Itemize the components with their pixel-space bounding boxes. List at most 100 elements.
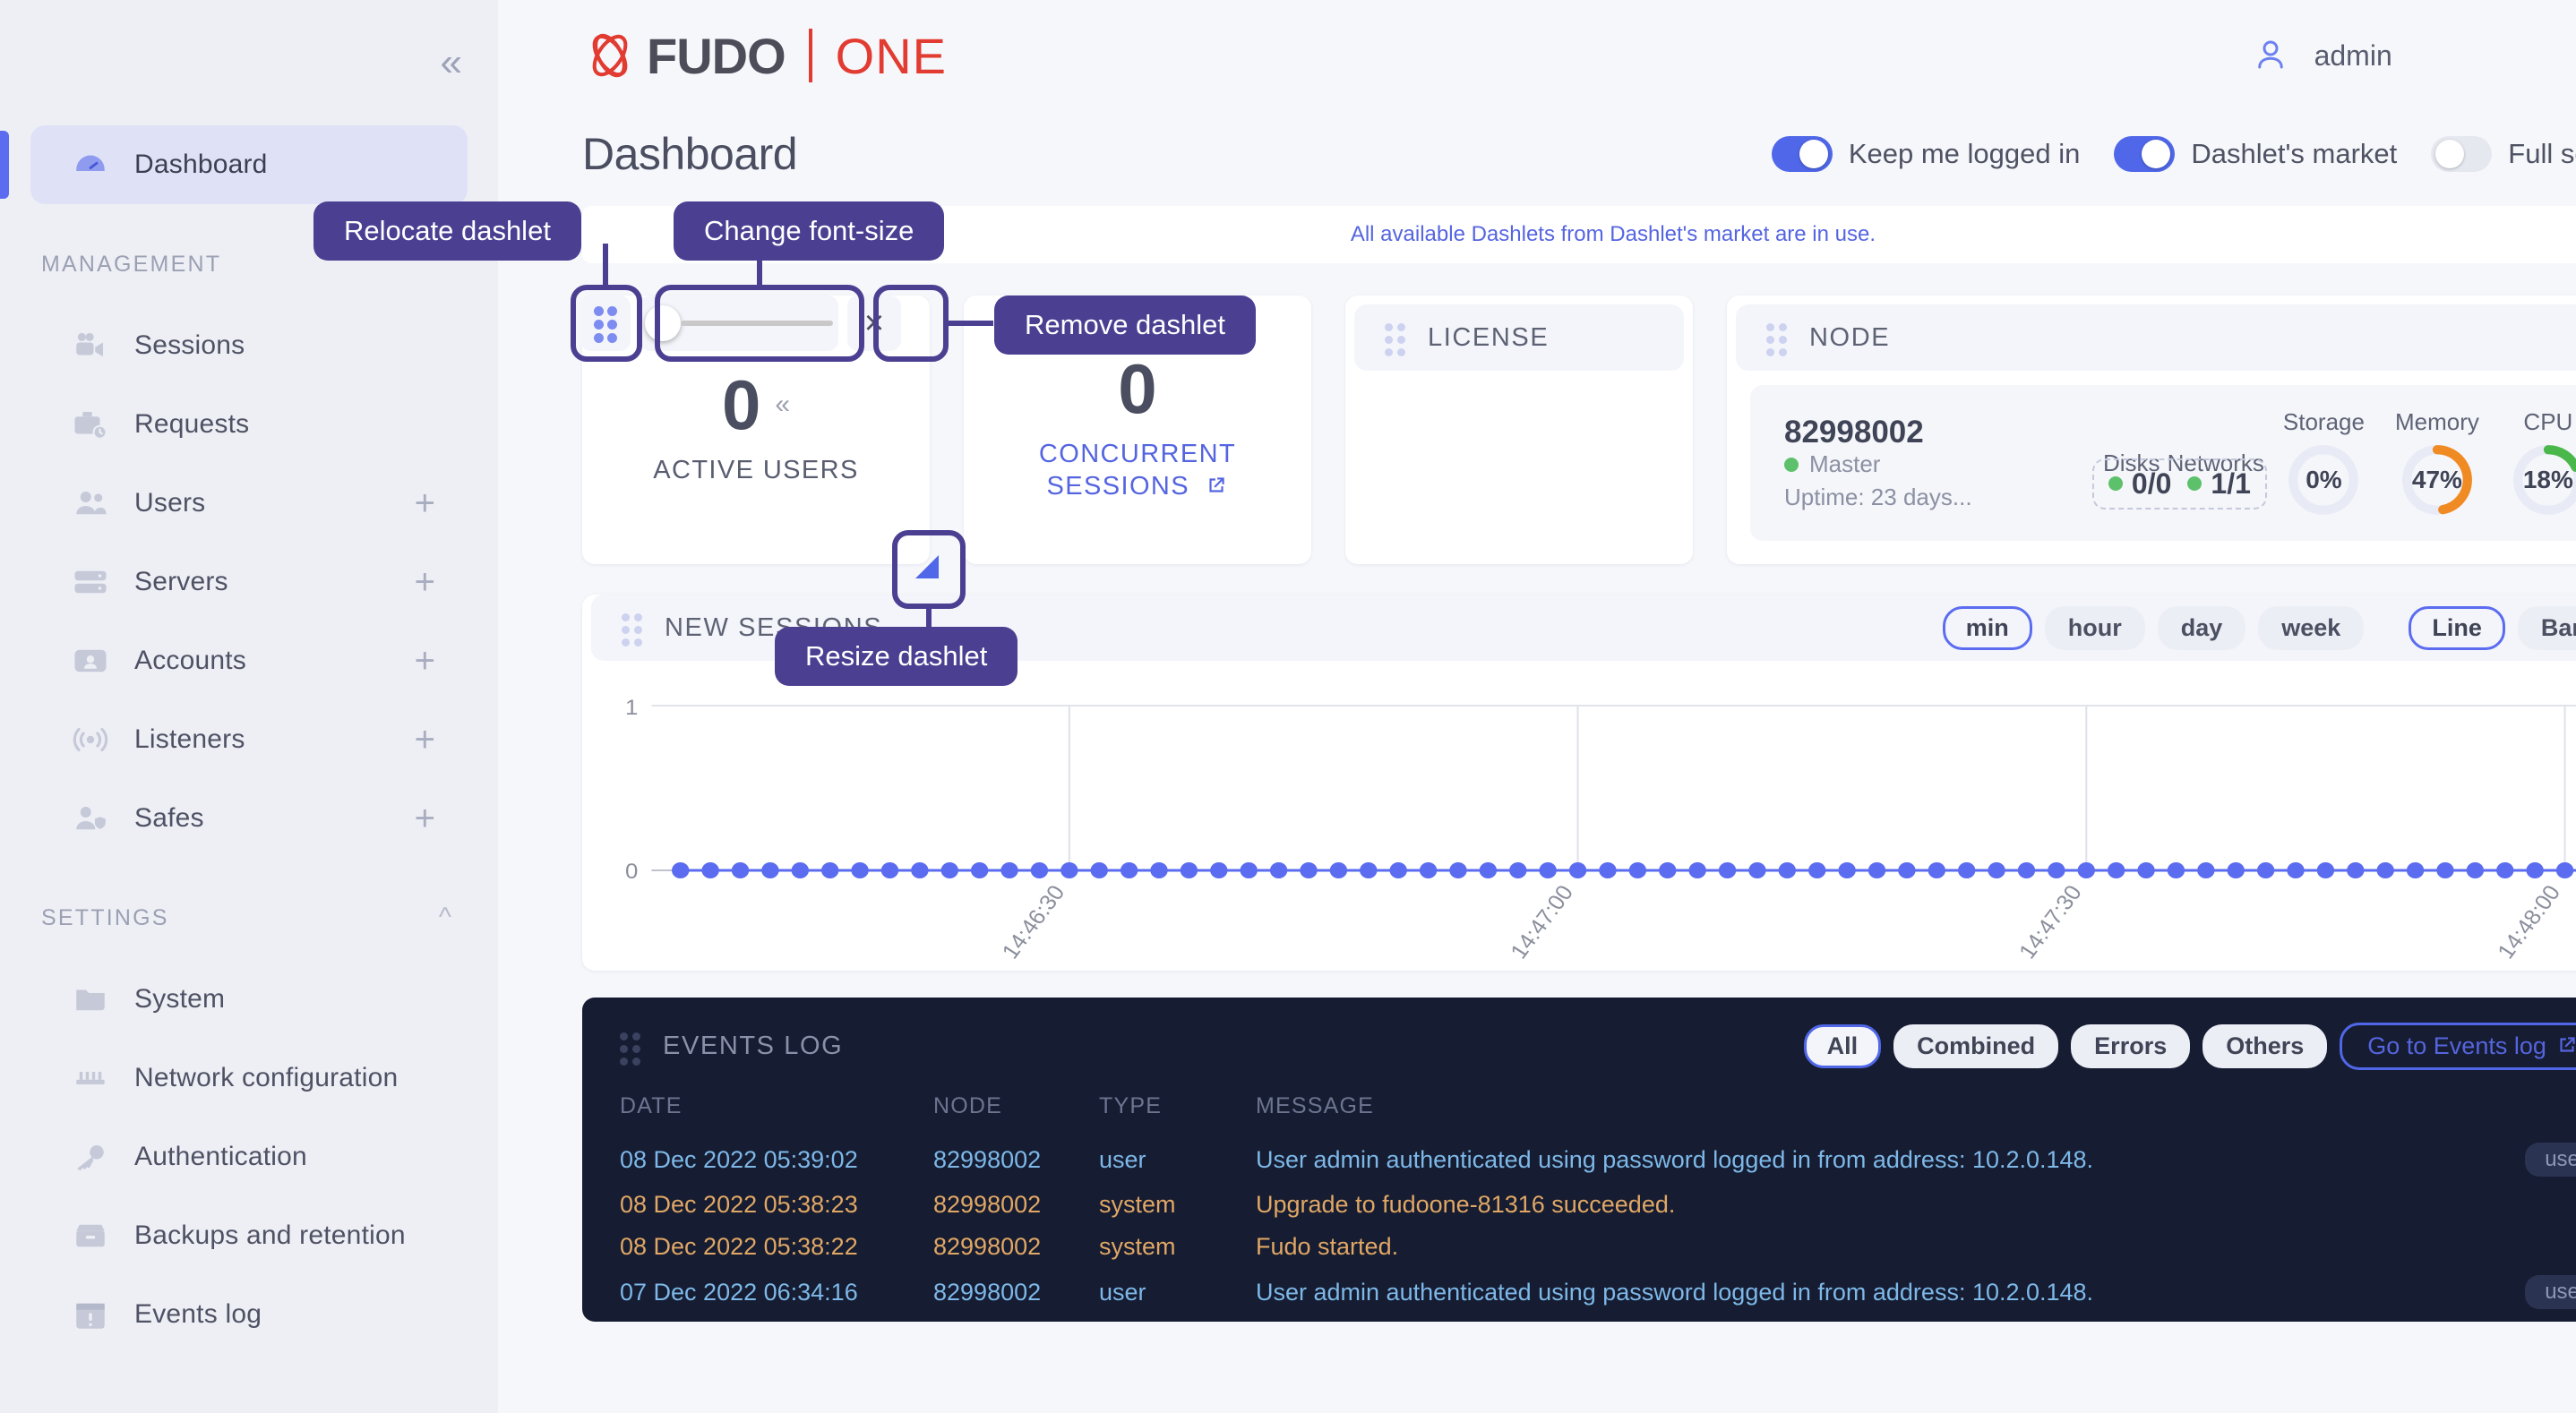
sidebar-item-safes[interactable]: Safes + bbox=[30, 779, 468, 858]
chevron-up-icon[interactable]: ^ bbox=[439, 904, 451, 931]
resize-handle-icon[interactable] bbox=[915, 555, 939, 578]
external-link-icon[interactable] bbox=[1205, 472, 1228, 501]
node-body: 82998002 Master Uptime: 23 days... Disks… bbox=[1750, 385, 2576, 541]
tooltip-remove-dashlet: Remove dashlet bbox=[994, 295, 1257, 355]
cell-badge: user bbox=[2472, 1268, 2576, 1316]
switch-track[interactable] bbox=[1771, 136, 1833, 172]
sidebar-item-system[interactable]: System bbox=[30, 960, 468, 1039]
drag-handle-icon[interactable] bbox=[1766, 323, 1787, 356]
drag-handle-icon[interactable] bbox=[620, 1032, 640, 1066]
sidebar-item-label: Authentication bbox=[134, 1142, 307, 1171]
sidebar-item-events-log[interactable]: Events log bbox=[30, 1275, 468, 1354]
data-point bbox=[1419, 862, 1438, 878]
toggle-dashlets-market[interactable]: Dashlet's market bbox=[2114, 136, 2397, 172]
type-line-button[interactable]: Line bbox=[2409, 605, 2505, 650]
range-day-button[interactable]: day bbox=[2157, 605, 2246, 650]
toggle-keep-me-logged-in[interactable]: Keep me logged in bbox=[1771, 136, 2080, 172]
archive-box-icon bbox=[72, 1217, 109, 1255]
active-users-value-row: 0 « bbox=[722, 370, 790, 440]
data-point bbox=[2376, 862, 2394, 878]
user-icon bbox=[2252, 36, 2291, 75]
sidebar-item-authentication[interactable]: Authentication bbox=[30, 1118, 468, 1196]
sidebar-item-sessions[interactable]: Sessions bbox=[30, 306, 468, 385]
ytick-label-0: 0 bbox=[625, 860, 638, 884]
data-point bbox=[1838, 862, 1856, 878]
sidebar-item-backups-and-retention[interactable]: Backups and retention bbox=[30, 1196, 468, 1275]
font-size-slider[interactable] bbox=[640, 295, 838, 351]
table-row[interactable]: 08 Dec 2022 05:38:22 82998002 system Fudo s… bbox=[620, 1226, 2576, 1268]
col-node: NODE bbox=[933, 1093, 1003, 1118]
switch-track[interactable] bbox=[2114, 136, 2176, 172]
filter-all-button[interactable]: All bbox=[1803, 1024, 1882, 1068]
range-week-button[interactable]: week bbox=[2258, 605, 2365, 650]
sidebar-item-servers[interactable]: Servers + bbox=[30, 543, 468, 621]
node-header: NODE bbox=[1736, 304, 2576, 371]
switch-knob bbox=[2435, 140, 2465, 168]
remove-dashlet-button[interactable]: × bbox=[847, 295, 901, 351]
type-bar-button[interactable]: Bar bbox=[2517, 605, 2576, 650]
add-safe-button[interactable]: + bbox=[415, 801, 435, 836]
status-dot-icon bbox=[1784, 457, 1799, 472]
add-server-button[interactable]: + bbox=[415, 564, 435, 600]
data-point bbox=[1120, 862, 1138, 878]
filter-errors-button[interactable]: Errors bbox=[2071, 1024, 2191, 1068]
relocate-handle-button[interactable] bbox=[580, 295, 631, 351]
data-point bbox=[1240, 862, 1258, 878]
add-user-button[interactable]: + bbox=[415, 485, 435, 521]
data-point bbox=[2017, 862, 2036, 878]
sidebar-item-listeners[interactable]: Listeners + bbox=[30, 700, 468, 779]
chart-controls: min hour day week Line Bar bbox=[1942, 605, 2576, 650]
sidebar-item-dashboard[interactable]: Dashboard bbox=[0, 125, 468, 204]
concurrent-sessions-label[interactable]: CONCURRENT SESSIONS bbox=[964, 438, 1311, 503]
data-point bbox=[1000, 862, 1018, 878]
status-badge[interactable]: user bbox=[2525, 1275, 2576, 1309]
slider-knob[interactable] bbox=[645, 305, 681, 341]
table-row[interactable]: 07 Dec 2022 06:34:16 82998002 user User adm… bbox=[620, 1268, 2576, 1316]
drag-handle-icon[interactable] bbox=[622, 613, 642, 647]
col-badge bbox=[2472, 1079, 2576, 1135]
users-icon bbox=[72, 484, 109, 522]
sidebar-item-accounts[interactable]: Accounts + bbox=[30, 621, 468, 700]
chevrons-left-icon[interactable]: « bbox=[775, 390, 790, 418]
sidebar-item-label: Requests bbox=[134, 409, 250, 439]
node-metric-storage: Storage 0% bbox=[2283, 408, 2365, 518]
sidebar-item-requests[interactable]: Requests bbox=[30, 385, 468, 464]
chevrons-left-icon[interactable]: « bbox=[441, 43, 462, 82]
data-point bbox=[2316, 862, 2335, 878]
go-to-events-log-button[interactable]: Go to Events log bbox=[2340, 1023, 2576, 1070]
data-point bbox=[1718, 862, 1737, 878]
sidebar-section-settings[interactable]: SETTINGS ^ bbox=[0, 895, 498, 940]
add-listener-button[interactable]: + bbox=[415, 722, 435, 758]
cell-message: User admin authenticated using password … bbox=[1256, 1145, 2094, 1173]
table-row[interactable]: 08 Dec 2022 05:39:02 82998002 user User adm… bbox=[620, 1135, 2576, 1184]
folder-icon bbox=[72, 981, 109, 1018]
toggle-full-screen[interactable]: Full screen bbox=[2431, 136, 2576, 172]
range-hour-button[interactable]: hour bbox=[2044, 605, 2145, 650]
data-point bbox=[1808, 862, 1826, 878]
filter-others-button[interactable]: Others bbox=[2202, 1024, 2328, 1068]
slider-track[interactable] bbox=[681, 321, 833, 326]
toggle-label: Full screen bbox=[2508, 138, 2576, 169]
switch-knob bbox=[1799, 140, 1828, 168]
switch-track[interactable] bbox=[2431, 136, 2493, 172]
data-point bbox=[761, 862, 779, 878]
sidebar-item-label: Accounts bbox=[134, 646, 246, 675]
sidebar-item-users[interactable]: Users + bbox=[30, 464, 468, 543]
data-point bbox=[1539, 862, 1557, 878]
data-point bbox=[1568, 862, 1587, 878]
toggle-label: Dashlet's market bbox=[2191, 138, 2398, 169]
status-badge[interactable]: user bbox=[2525, 1143, 2576, 1177]
sidebar-item-label: Dashboard bbox=[134, 150, 268, 179]
filter-combined-button[interactable]: Combined bbox=[1893, 1024, 2059, 1068]
network-icon bbox=[72, 1059, 109, 1097]
switch-knob bbox=[2142, 140, 2171, 168]
range-min-button[interactable]: min bbox=[1942, 605, 2032, 650]
user-menu[interactable]: admin ⌄ bbox=[2252, 36, 2576, 75]
table-row[interactable]: 08 Dec 2022 05:38:23 82998002 system Upgrad… bbox=[620, 1184, 2576, 1226]
table-row[interactable]: 07 Dec 2022 04:08:2482998002systemSessio… bbox=[620, 1316, 2576, 1322]
drag-handle-icon[interactable] bbox=[1385, 323, 1405, 356]
data-point bbox=[1150, 862, 1168, 878]
events-log-table: DATE NODE TYPE MESSAGE 08 Dec 2022 05:39… bbox=[620, 1079, 2576, 1322]
sidebar-item-network-configuration[interactable]: Network configuration bbox=[30, 1039, 468, 1118]
add-account-button[interactable]: + bbox=[415, 643, 435, 679]
